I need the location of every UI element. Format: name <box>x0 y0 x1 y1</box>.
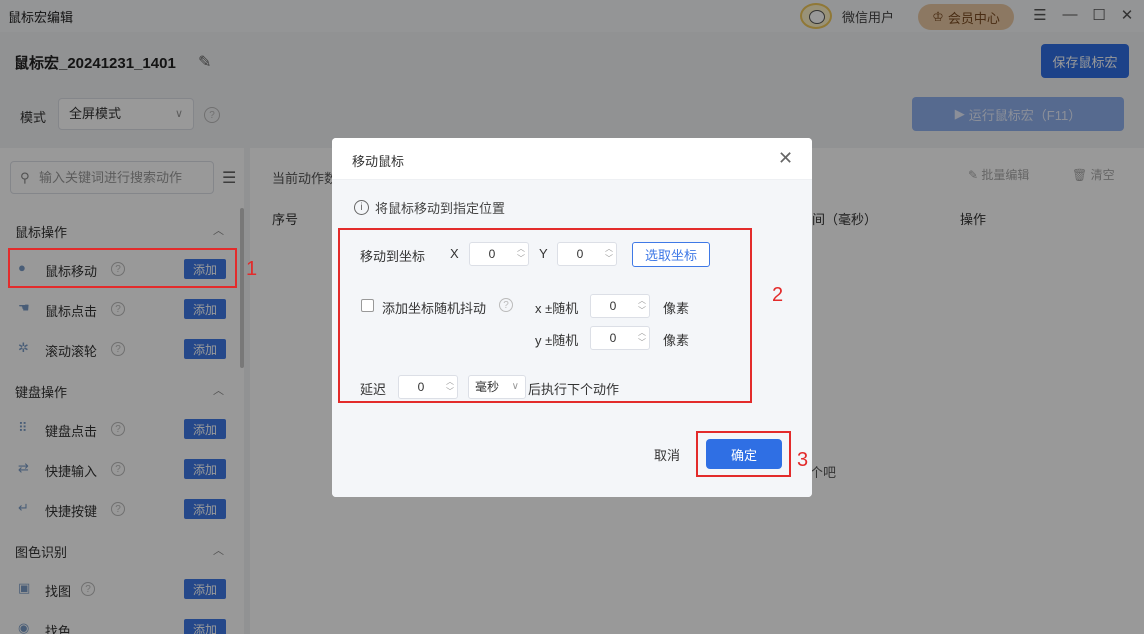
dialog-title: 移动鼠标 <box>352 154 405 169</box>
annotation-number-1: 1 <box>246 258 258 280</box>
annotation-number-3: 3 <box>797 449 809 471</box>
annotation-box-2 <box>338 228 752 403</box>
annotation-box-1 <box>8 248 237 288</box>
annotation-number-2: 2 <box>772 284 784 306</box>
dialog-info-text: 将鼠标移动到指定位置 <box>375 201 506 216</box>
info-icon: i <box>354 200 369 215</box>
dialog-header: 移动鼠标 ✕ <box>332 138 812 180</box>
annotation-box-3 <box>696 431 791 477</box>
cancel-button[interactable]: 取消 <box>654 445 680 464</box>
close-icon[interactable]: ✕ <box>778 148 793 169</box>
dialog-info: i 将鼠标移动到指定位置 <box>354 198 505 217</box>
